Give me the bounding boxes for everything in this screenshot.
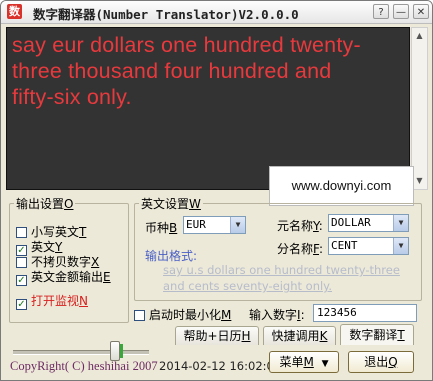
checkmark-icon[interactable]: ✓ [16,299,27,310]
dropdown-arrow-icon[interactable]: ▼ [230,217,245,233]
exit-button[interactable]: 退出Q [348,351,414,373]
open-monitor-checkbox[interactable]: ✓ 打开监视N [16,292,88,310]
window-title: 数字翻译器(Number Translator)V2.0.0.0 [33,7,299,22]
tab-help-calendar[interactable]: 帮助+日历H [175,326,259,345]
currency-value: EUR [186,218,206,231]
english-amount-checkbox[interactable]: ✓ 英文金额输出E [16,268,111,286]
translation-output: say eur dollars one hundred twenty-three… [12,33,361,109]
tab-number-translate[interactable]: 数字翻译T [340,324,414,345]
english-checkbox[interactable]: ✓ 英文Y [16,238,62,256]
subunit-name-label: 分名称F: [277,242,324,256]
tab-shortcuts[interactable]: 快捷调用K [263,326,336,345]
subunit-name-select[interactable]: CENT ▼ [328,237,409,255]
number-input-label: 输入数字I: [249,308,305,322]
minimize-on-start-checkbox[interactable]: 启动时最小化M [134,306,231,322]
lowercase-english-checkbox[interactable]: 小写英文T [16,223,86,239]
slider-indicator [120,344,123,358]
close-button[interactable]: ✕ [413,4,429,19]
app-window: 数 数字翻译器(Number Translator)V2.0.0.0 ? — ✕… [0,0,433,381]
unit-name-label: 元名称Y: [277,219,323,233]
english-settings-legend: 英文设置W [141,197,201,211]
scroll-up-icon[interactable]: ▲ [413,29,426,43]
subunit-name-value: CENT [331,239,358,252]
help-button[interactable]: ? [373,4,389,19]
opacity-slider-track[interactable] [13,350,149,355]
currency-select[interactable]: EUR ▼ [183,216,246,234]
unit-name-select[interactable]: DOLLAR ▼ [328,214,409,232]
dropdown-arrow-icon[interactable]: ▼ [393,238,408,254]
number-input[interactable]: 123456 [313,304,417,322]
unit-name-value: DOLLAR [331,216,371,229]
scroll-down-icon[interactable]: ▼ [413,174,426,188]
opacity-slider-thumb[interactable] [110,341,120,361]
app-icon: 数 [7,4,22,19]
no-copy-digits-checkbox[interactable]: 不拷贝数字X [16,253,99,269]
datetime-text: 2014-02-12 16:02:07 [159,359,282,373]
title-bar[interactable]: 数 数字翻译器(Number Translator)V2.0.0.0 ? — ✕ [1,1,432,24]
checkbox-box[interactable] [16,227,27,238]
dropdown-arrow-icon[interactable]: ▼ [393,215,408,231]
minimize-button[interactable]: — [393,4,409,19]
output-format-example: say u.s dollars one hundred twenty-three… [163,263,400,293]
checkbox-box[interactable] [134,310,145,321]
output-settings-legend: 输出设置O [16,197,74,211]
dropdown-arrow-icon: ▼ [321,359,329,369]
copyright-text: CopyRight( C) heshihai 2007 [10,359,158,373]
menu-button[interactable]: 菜单M ▼ [269,351,339,373]
checkmark-icon[interactable]: ✓ [16,275,27,286]
checkbox-box[interactable] [16,257,27,268]
currency-label: 币种B [145,221,178,235]
